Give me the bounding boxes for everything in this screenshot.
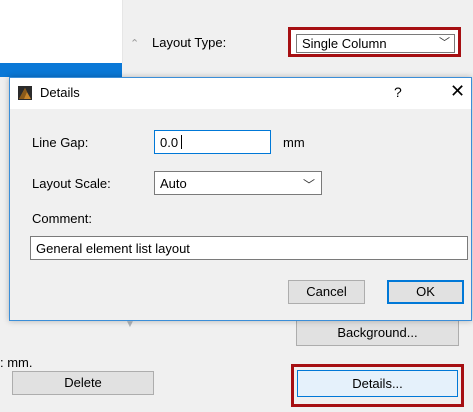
- app-icon: [18, 86, 32, 100]
- delete-button[interactable]: Delete: [12, 371, 154, 395]
- line-gap-label: Line Gap:: [32, 135, 89, 150]
- layout-scale-label: Layout Scale:: [32, 176, 111, 191]
- comment-label: Comment:: [32, 211, 92, 226]
- layout-type-label: Layout Type:: [152, 35, 227, 50]
- layout-type-highlight: Single Column ﹀: [288, 27, 461, 57]
- background-button[interactable]: Background...: [296, 320, 459, 346]
- cancel-button[interactable]: Cancel: [288, 280, 365, 304]
- chevron-down-icon: ﹀: [302, 178, 315, 192]
- line-gap-input[interactable]: 0.0: [154, 130, 271, 154]
- dialog-title: Details: [40, 85, 80, 100]
- dialog-titlebar[interactable]: Details ? ✕: [10, 78, 471, 109]
- details-button[interactable]: Details...: [297, 370, 458, 397]
- line-gap-unit: mm: [283, 135, 305, 150]
- details-button-highlight: Details...: [291, 364, 464, 407]
- selected-list-item[interactable]: [0, 63, 122, 77]
- layout-scale-value: Auto: [160, 176, 187, 191]
- chevron-down-icon: ﹀: [439, 37, 450, 49]
- comment-input[interactable]: General element list layout: [30, 236, 468, 260]
- close-icon[interactable]: ✕: [450, 81, 465, 102]
- layout-type-value: Single Column: [302, 36, 387, 51]
- collapse-caret-icon[interactable]: ⌃: [130, 37, 139, 50]
- comment-value: General element list layout: [36, 241, 190, 256]
- list-panel: [0, 0, 123, 63]
- text-cursor: [181, 135, 182, 149]
- details-dialog: Details ? ✕ Line Gap: 0.0 mm Layout Scal…: [9, 77, 472, 321]
- layout-scale-select[interactable]: Auto ﹀: [154, 171, 322, 195]
- layout-type-select[interactable]: Single Column ﹀: [296, 34, 455, 53]
- help-icon[interactable]: ?: [394, 84, 402, 100]
- line-gap-value: 0.0: [160, 135, 179, 150]
- mm-label: : mm.: [0, 355, 33, 370]
- ok-button[interactable]: OK: [387, 280, 464, 304]
